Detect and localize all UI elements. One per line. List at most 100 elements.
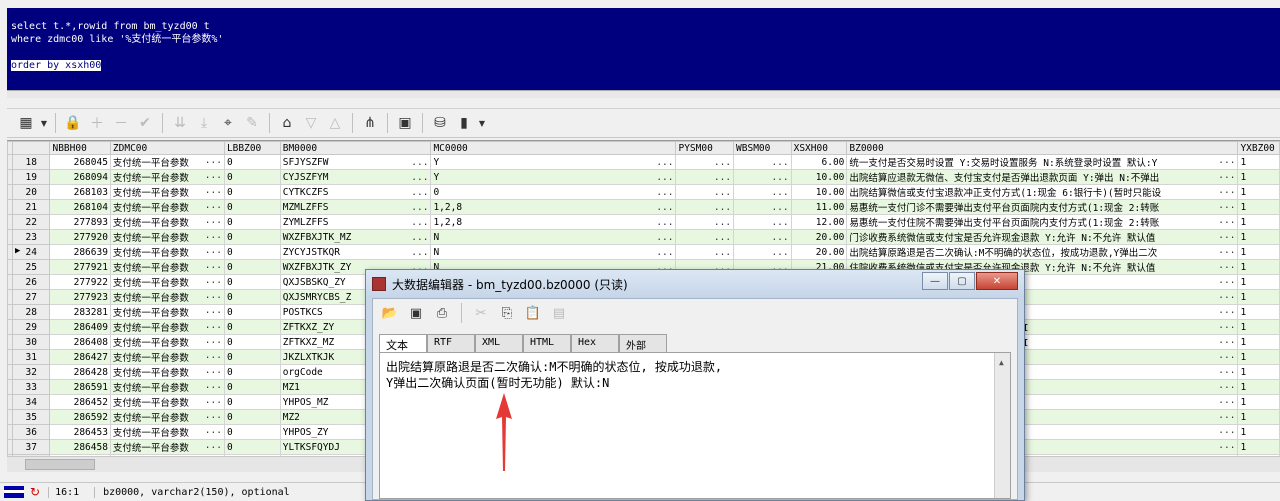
cell-zdmc00[interactable]: ... 支付统一平台参数 (109, 424, 225, 440)
cell-nbbh00[interactable]: 268045 (49, 154, 111, 170)
ellipsis-button[interactable]: ... (411, 217, 428, 228)
cell-yxbz00[interactable]: 1 (1237, 349, 1280, 365)
table-row[interactable]: 20 268103... 支付统一平台参数 0... CYTKCZFS... 0.....… (7, 184, 1280, 200)
ellipsis-button[interactable]: ... (205, 396, 222, 407)
cell-xsxh00[interactable]: 20.00 (790, 229, 848, 245)
cell-zdmc00[interactable]: ... 支付统一平台参数 (109, 439, 225, 455)
cut-icon[interactable]: ✂ (470, 302, 492, 324)
cell-zdmc00[interactable]: ... 支付统一平台参数 (109, 259, 225, 275)
cell-yxbz00[interactable]: 1 (1237, 334, 1280, 350)
text-editor[interactable]: 出院结算原路退是否二次确认:M不明确的状态位, 按成功退款, Y弹出二次确认页面… (379, 352, 1011, 499)
ellipsis-button[interactable]: ... (205, 231, 222, 242)
cell-xsxh00[interactable]: 6.00 (790, 154, 848, 170)
cell-lbbz00[interactable]: 0 (223, 259, 281, 275)
ellipsis-button[interactable]: ... (205, 306, 222, 317)
tab-html[interactable]: HTML (523, 334, 571, 352)
cell-lbbz00[interactable]: 0 (223, 289, 281, 305)
ellipsis-button[interactable]: ... (656, 247, 673, 258)
ellipsis-button[interactable]: ... (205, 381, 222, 392)
cell-pysm00[interactable]: ... (675, 199, 735, 215)
ellipsis-button[interactable]: ... (771, 232, 788, 243)
ellipsis-button[interactable]: ... (205, 426, 222, 437)
ellipsis-button[interactable]: ... (656, 217, 673, 228)
stamp-icon[interactable]: ⌂ (276, 112, 298, 134)
cell-mc0000[interactable]: ... 1,2,8 (430, 214, 677, 230)
cell-pysm00[interactable]: ... (675, 229, 735, 245)
ellipsis-button[interactable]: ... (205, 261, 222, 272)
cell-bm0000[interactable]: ... MZMLZFFS (279, 199, 432, 215)
cell-bz0000[interactable]: ... 出院结算微信或支付宝退款冲正支付方式(1:现金 6:银行卡)(暂时只能设 (846, 184, 1239, 200)
save-icon[interactable]: ▣ (405, 302, 427, 324)
ellipsis-button[interactable]: ... (205, 351, 222, 362)
cell-lbbz00[interactable]: 0 (223, 169, 281, 185)
print-icon[interactable]: ⎙ (431, 302, 453, 324)
copy-icon[interactable]: ⎘ (496, 302, 518, 324)
ellipsis-button[interactable]: ... (1218, 351, 1235, 362)
cell-wbsm00[interactable]: ... (733, 199, 792, 215)
table-row[interactable]: 18 268045... 支付统一平台参数 0... SFJYSZFW... Y.....… (7, 154, 1280, 170)
ellipsis-button[interactable]: ... (1218, 381, 1235, 392)
cell-bm0000[interactable]: ... WXZFBXJTK_MZ (279, 229, 432, 245)
cell-nbbh00[interactable]: 268103 (49, 184, 111, 200)
ellipsis-button[interactable]: ... (771, 217, 788, 228)
table-row[interactable]: 21 268104... 支付统一平台参数 0... MZMLZFFS... 1,2,8.… (7, 199, 1280, 215)
cell-xsxh00[interactable]: 12.00 (790, 214, 848, 230)
ellipsis-button[interactable]: ... (205, 276, 222, 287)
cell-nbbh00[interactable]: 286458 (49, 439, 111, 455)
ellipsis-button[interactable]: ... (205, 246, 222, 257)
cell-nbbh00[interactable]: 286408 (49, 334, 111, 350)
ellipsis-button[interactable]: ... (1218, 231, 1235, 242)
ellipsis-button[interactable]: ... (205, 441, 222, 452)
ellipsis-button[interactable]: ... (656, 232, 673, 243)
cell-zdmc00[interactable]: ... 支付统一平台参数 (109, 154, 225, 170)
cell-zdmc00[interactable]: ... 支付统一平台参数 (109, 184, 225, 200)
ellipsis-button[interactable]: ... (411, 247, 428, 258)
ellipsis-button[interactable]: ... (656, 157, 673, 168)
cell-nbbh00[interactable]: 277923 (49, 289, 111, 305)
down-double-icon[interactable]: ⇊ (169, 112, 191, 134)
cell-nbbh00[interactable]: 277893 (49, 214, 111, 230)
cell-nbbh00[interactable]: 277922 (49, 274, 111, 290)
dropdown-arrow-icon[interactable]: ▼ (477, 112, 487, 134)
table-row[interactable]: 22 277893... 支付统一平台参数 0... ZYMLZFFS... 1,2,8.… (7, 214, 1280, 230)
binoculars-icon[interactable]: ⌖ (217, 112, 239, 134)
cell-lbbz00[interactable]: 0 (223, 364, 281, 380)
cell-lbbz00[interactable]: 0 (223, 319, 281, 335)
ellipsis-button[interactable]: ... (656, 172, 673, 183)
table-row[interactable]: 19 268094... 支付统一平台参数 0... CYJSZFYM... Y.....… (7, 169, 1280, 185)
ellipsis-button[interactable]: ... (1218, 396, 1235, 407)
cell-bm0000[interactable]: ... CYJSZFYM (279, 169, 432, 185)
clear-icon[interactable]: ▤ (548, 302, 570, 324)
column-header-mc0000[interactable]: MC0000 (430, 141, 677, 155)
chart-icon[interactable]: ▮ (453, 112, 475, 134)
grid-icon[interactable]: ▦ (15, 112, 37, 134)
cell-mc0000[interactable]: ... 1,2,8 (430, 199, 677, 215)
ellipsis-button[interactable]: ... (714, 187, 731, 198)
ellipsis-button[interactable]: ... (771, 187, 788, 198)
table-row[interactable]: 24 ▶ 286639... 支付统一平台参数 0... ZYCYJSTKQR... N..… (7, 244, 1280, 260)
tab-hex[interactable]: Hex (571, 334, 619, 352)
cell-zdmc00[interactable]: ... 支付统一平台参数 (109, 394, 225, 410)
cell-yxbz00[interactable]: 1 (1237, 199, 1280, 215)
cell-nbbh00[interactable]: 277920 (49, 229, 111, 245)
cell-nbbh00[interactable]: 286639 (49, 244, 111, 260)
cell-wbsm00[interactable]: ... (733, 154, 792, 170)
cell-wbsm00[interactable]: ... (733, 214, 792, 230)
ellipsis-button[interactable]: ... (714, 232, 731, 243)
ellipsis-button[interactable]: ... (205, 411, 222, 422)
cell-zdmc00[interactable]: ... 支付统一平台参数 (109, 334, 225, 350)
cell-bz0000[interactable]: ... 统一支付是否交易时设置 Y:交易时设置服务 N:系统登录时设置 默认:Y (846, 154, 1239, 170)
tab-text[interactable]: 文本 (379, 334, 427, 353)
tab-rtf[interactable]: RTF (427, 334, 475, 352)
ellipsis-button[interactable]: ... (714, 202, 731, 213)
cell-bm0000[interactable]: ... SFJYSZFW (279, 154, 432, 170)
cell-pysm00[interactable]: ... (675, 184, 735, 200)
paste-icon[interactable]: 📋 (522, 302, 544, 324)
cell-nbbh00[interactable]: 268104 (49, 199, 111, 215)
ellipsis-button[interactable]: ... (1218, 426, 1235, 437)
cell-nbbh00[interactable]: 286452 (49, 394, 111, 410)
cell-zdmc00[interactable]: ... 支付统一平台参数 (109, 229, 225, 245)
cell-bm0000[interactable]: ... ZYCYJSTKQR (279, 244, 432, 260)
ellipsis-button[interactable]: ... (1218, 336, 1235, 347)
cell-bm0000[interactable]: ... ZYMLZFFS (279, 214, 432, 230)
